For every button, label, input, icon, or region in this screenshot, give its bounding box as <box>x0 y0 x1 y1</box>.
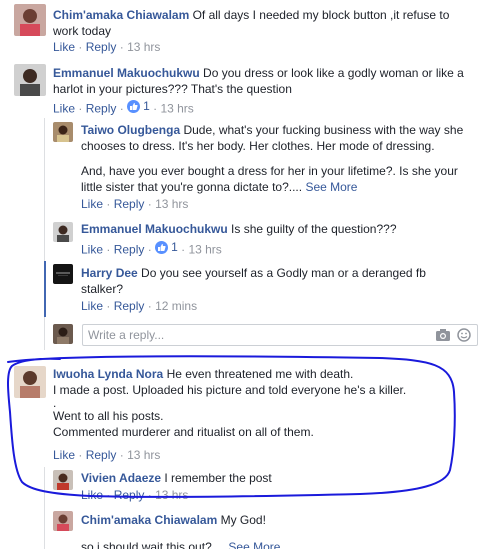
reply-text: Harry Dee Do you see yourself as a Godly… <box>81 266 426 296</box>
reply-link[interactable]: Reply <box>86 40 117 54</box>
avatar[interactable] <box>14 4 46 36</box>
reply-link[interactable]: Reply <box>114 243 145 257</box>
like-reaction-icon <box>155 240 169 254</box>
reply-text-continued: And, have you ever bought a dress for he… <box>81 164 458 194</box>
reply-author[interactable]: Harry Dee <box>81 266 138 280</box>
avatar[interactable] <box>14 64 46 96</box>
avatar[interactable] <box>53 470 73 490</box>
reply-text: Vivien Adaeze I remember the post <box>81 471 272 485</box>
reaction-count[interactable]: 1 <box>127 99 150 113</box>
reply-author[interactable]: Emmanuel Makuochukwu <box>81 222 228 236</box>
like-link[interactable]: Like <box>53 448 75 462</box>
avatar[interactable] <box>53 122 73 142</box>
comment-text: Emmanuel Makuochukwu Do you dress or loo… <box>53 66 464 96</box>
timestamp[interactable]: 13 hrs <box>160 102 193 116</box>
reply-actions: Like · Reply · 13 hrs <box>81 197 189 211</box>
see-more-link[interactable]: See More <box>228 540 280 549</box>
reply-thread-line <box>44 467 45 549</box>
reply-input[interactable] <box>83 325 383 345</box>
reply-author[interactable]: Vivien Adaeze <box>81 471 161 485</box>
comment-author[interactable]: Iwuoha Lynda Nora <box>53 367 163 381</box>
reply-author[interactable]: Chim'amaka Chiawalam <box>81 513 217 527</box>
timestamp[interactable]: 13 hrs <box>127 40 160 54</box>
reply-actions: Like · Reply · 13 hrs <box>81 488 189 502</box>
like-reaction-icon <box>127 99 141 113</box>
comment-text: Iwuoha Lynda Nora He even threatened me … <box>53 367 407 439</box>
like-link[interactable]: Like <box>53 102 75 116</box>
reply-text: Emmanuel Makuochukwu Is she guilty of th… <box>81 222 397 236</box>
reply-composer <box>82 324 478 346</box>
timestamp[interactable]: 13 hrs <box>155 197 188 211</box>
my-avatar <box>53 324 73 344</box>
timestamp[interactable]: 13 hrs <box>127 448 160 462</box>
see-more-link[interactable]: See More <box>305 180 357 194</box>
reply-link[interactable]: Reply <box>86 448 117 462</box>
new-reply-indicator <box>44 261 46 317</box>
timestamp[interactable]: 12 mins <box>155 299 197 313</box>
avatar[interactable] <box>53 222 73 242</box>
like-link[interactable]: Like <box>81 488 103 502</box>
reply-text: Chim'amaka Chiawalam My God! <box>81 513 266 527</box>
reaction-count[interactable]: 1 <box>155 240 178 254</box>
avatar[interactable] <box>53 511 73 531</box>
comment-text: Chim'amaka Chiawalam Of all days I neede… <box>53 8 450 38</box>
reply-text-continued: so i should wait this out?.... See More <box>81 539 466 549</box>
comment-actions: Like · Reply · 1 · 13 hrs <box>53 99 194 116</box>
reply-link[interactable]: Reply <box>114 488 145 502</box>
like-link[interactable]: Like <box>53 40 75 54</box>
reply-link[interactable]: Reply <box>114 299 145 313</box>
avatar[interactable] <box>53 264 73 284</box>
comment-actions: Like · Reply · 13 hrs <box>53 40 161 54</box>
timestamp[interactable]: 13 hrs <box>188 243 221 257</box>
comment-actions: Like · Reply · 13 hrs <box>53 448 161 462</box>
emoji-icon[interactable] <box>457 328 473 342</box>
comment-author[interactable]: Emmanuel Makuochukwu <box>53 66 200 80</box>
reply-author[interactable]: Taiwo Olugbenga <box>81 123 180 137</box>
camera-icon[interactable] <box>435 328 451 342</box>
timestamp[interactable]: 13 hrs <box>155 488 188 502</box>
like-link[interactable]: Like <box>81 197 103 211</box>
reply-actions: Like · Reply · 12 mins <box>81 299 198 313</box>
comment-author[interactable]: Chim'amaka Chiawalam <box>53 8 189 22</box>
like-link[interactable]: Like <box>81 243 103 257</box>
like-link[interactable]: Like <box>81 299 103 313</box>
avatar[interactable] <box>14 366 46 398</box>
reply-actions: Like · Reply · 1 · 13 hrs <box>81 240 222 257</box>
reply-link[interactable]: Reply <box>114 197 145 211</box>
reply-text: Taiwo Olugbenga Dude, what's your fuckin… <box>81 123 464 153</box>
reply-link[interactable]: Reply <box>86 102 117 116</box>
